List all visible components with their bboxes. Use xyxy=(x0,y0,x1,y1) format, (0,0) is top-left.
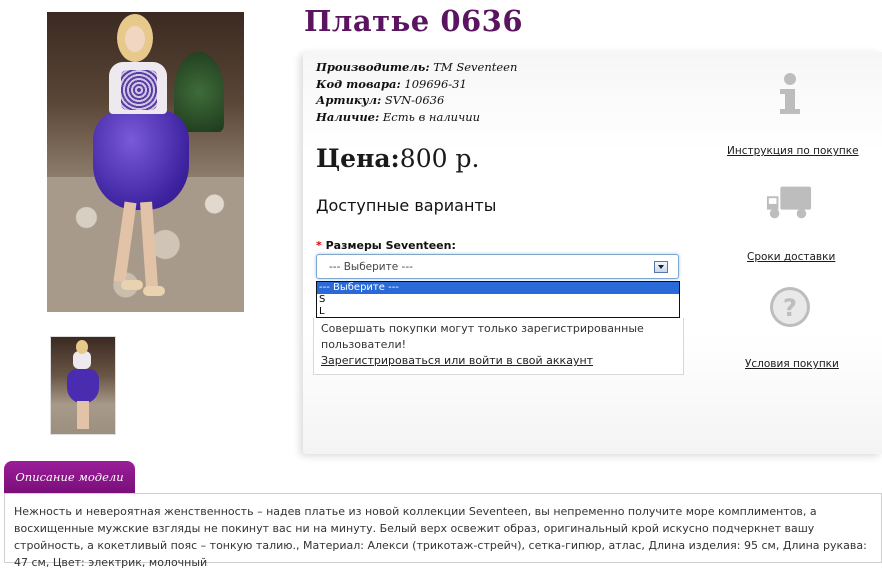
photo-model-shoe xyxy=(143,286,165,296)
price-value: 800 р. xyxy=(399,144,480,173)
product-title: Платье 0636 xyxy=(304,4,524,38)
meta-product-code: Код товара: 109696-31 xyxy=(316,76,467,91)
side-link-instructions[interactable]: Инструкция по покупке xyxy=(727,145,859,157)
photo-model-shoe xyxy=(121,280,143,290)
notice-text: Совершать покупки могут только зарегистр… xyxy=(321,322,644,351)
chevron-down-icon[interactable] xyxy=(654,261,668,273)
description-text: Нежность и невероятная женственность – н… xyxy=(14,505,867,569)
size-option[interactable]: S xyxy=(317,294,679,306)
size-select[interactable]: --- Выберите --- xyxy=(316,254,679,279)
side-link-terms[interactable]: Условия покупки xyxy=(745,358,839,370)
photo-model-face xyxy=(125,26,145,52)
variants-heading: Доступные варианты xyxy=(316,196,497,215)
registration-notice: Совершать покупки могут только зарегистр… xyxy=(313,318,684,375)
thumb-dress-skirt xyxy=(67,369,99,403)
info-icon[interactable] xyxy=(766,70,814,118)
tab-description[interactable]: Описание модели xyxy=(4,461,135,493)
svg-text:?: ? xyxy=(783,294,797,322)
description-box: Нежность и невероятная женственность – н… xyxy=(4,493,882,569)
product-thumbnail[interactable] xyxy=(50,336,116,435)
register-login-link[interactable]: Зарегистрироваться или войти в свой акка… xyxy=(321,354,593,367)
size-label-text: Размеры Seventeen: xyxy=(325,239,456,252)
meta-article: Артикул: SVN-0636 xyxy=(316,93,445,107)
product-meta: Производитель: TM Seventeen Код товара: … xyxy=(316,59,517,125)
product-main-photo[interactable] xyxy=(47,12,244,312)
size-option[interactable]: L xyxy=(317,306,679,318)
meta-manufacturer: Производитель: TM Seventeen xyxy=(316,60,518,74)
required-mark: * xyxy=(316,239,322,252)
thumb-model-legs xyxy=(77,401,89,429)
photo-dress-lace xyxy=(121,70,157,110)
meta-availability: Наличие: Есть в наличии xyxy=(316,109,481,124)
photo-dress-skirt xyxy=(93,110,189,210)
price-label: Цена: xyxy=(316,144,400,173)
truck-icon[interactable] xyxy=(765,178,813,226)
size-label: * Размеры Seventeen: xyxy=(316,239,456,252)
product-price: Цена:800 р. xyxy=(316,144,479,173)
size-option[interactable]: --- Выберите --- xyxy=(317,282,679,294)
side-link-delivery[interactable]: Сроки доставки xyxy=(747,251,835,263)
thumb-model-hair xyxy=(76,340,88,354)
size-dropdown-list[interactable]: --- Выберите --- S L xyxy=(316,281,680,318)
question-icon[interactable]: ? xyxy=(766,283,814,331)
size-select-value: --- Выберите --- xyxy=(329,261,413,273)
